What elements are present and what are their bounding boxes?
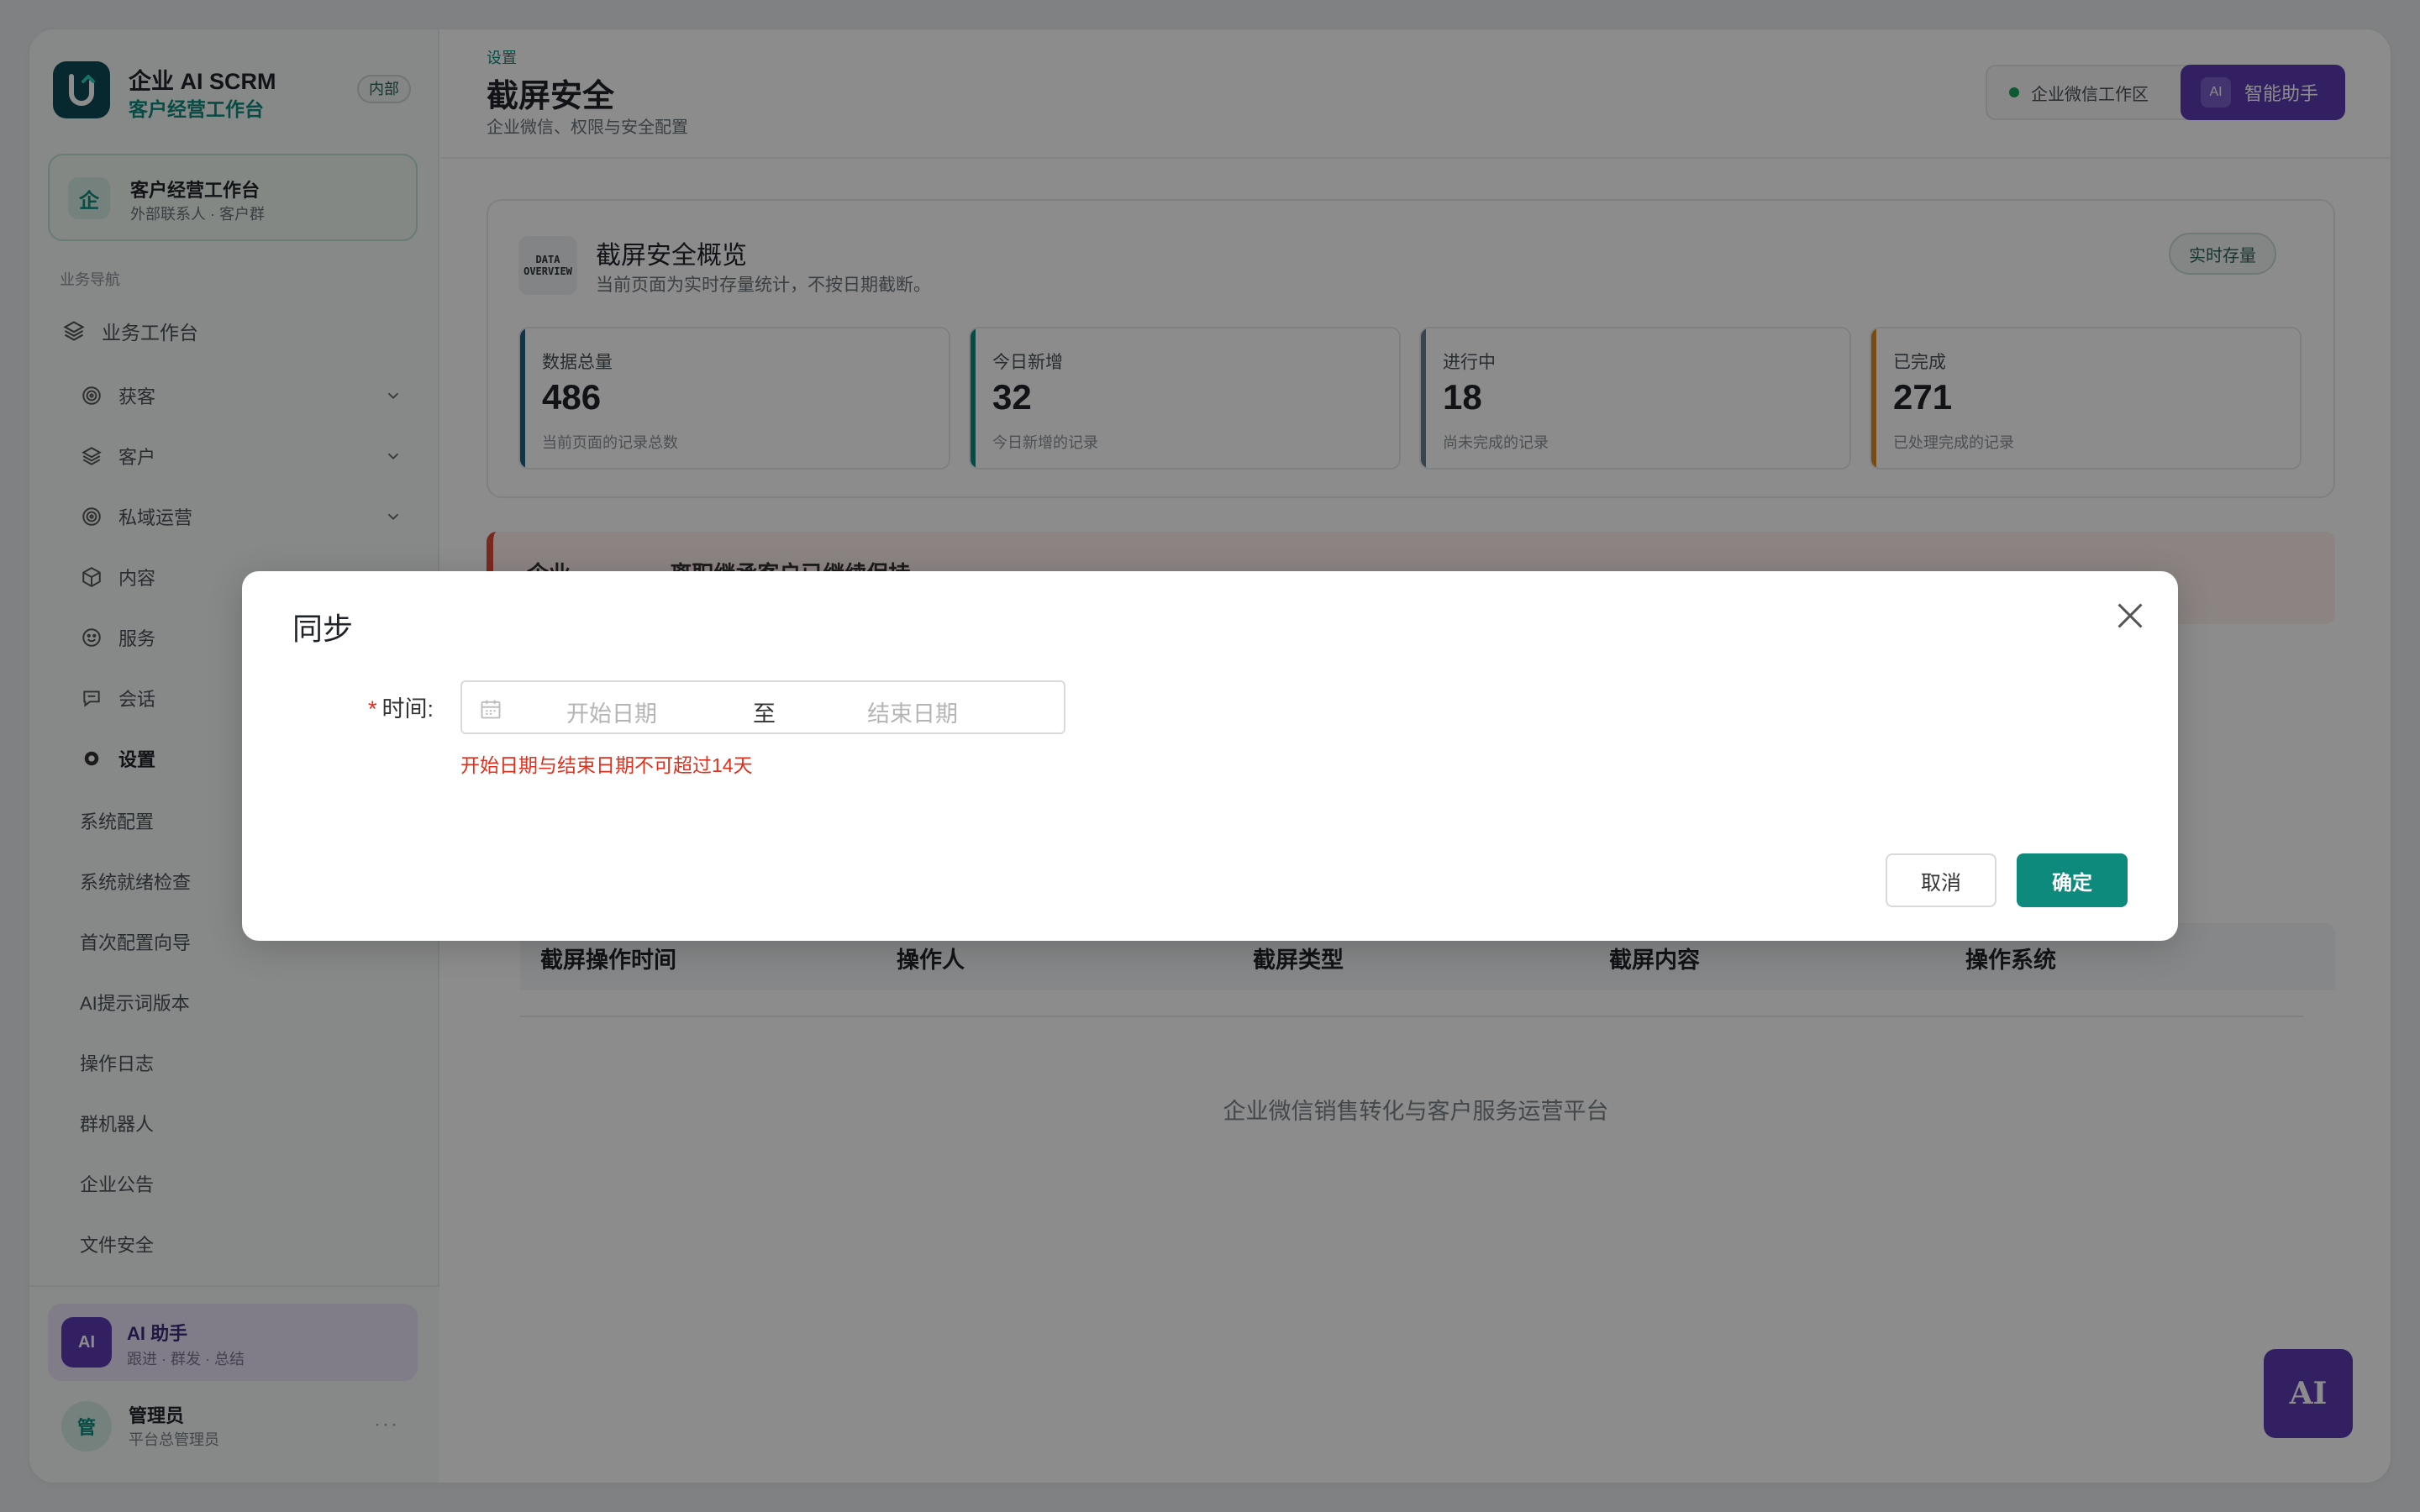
cancel-button[interactable]: 取消 xyxy=(1886,853,1996,907)
dialog-title: 同步 xyxy=(292,612,354,646)
required-mark: * xyxy=(368,696,377,722)
time-label-text: 时间: xyxy=(381,696,434,722)
date-range-picker[interactable]: 开始日期 至 结束日期 xyxy=(460,680,1065,734)
time-field-label: * 时间: xyxy=(368,690,434,723)
end-date-input[interactable]: 结束日期 xyxy=(867,696,958,728)
validation-error: 开始日期与结束日期不可超过14天 xyxy=(460,754,753,776)
close-icon[interactable] xyxy=(2111,596,2149,635)
range-separator: 至 xyxy=(753,701,776,727)
calendar-icon xyxy=(481,700,501,719)
sync-dialog: 同步 * 时间: 开始日期 至 结束日期 开始日期与结束日期不可超过14天 取消 … xyxy=(242,571,2178,941)
confirm-button[interactable]: 确定 xyxy=(2017,853,2128,907)
start-date-input[interactable]: 开始日期 xyxy=(566,696,657,728)
